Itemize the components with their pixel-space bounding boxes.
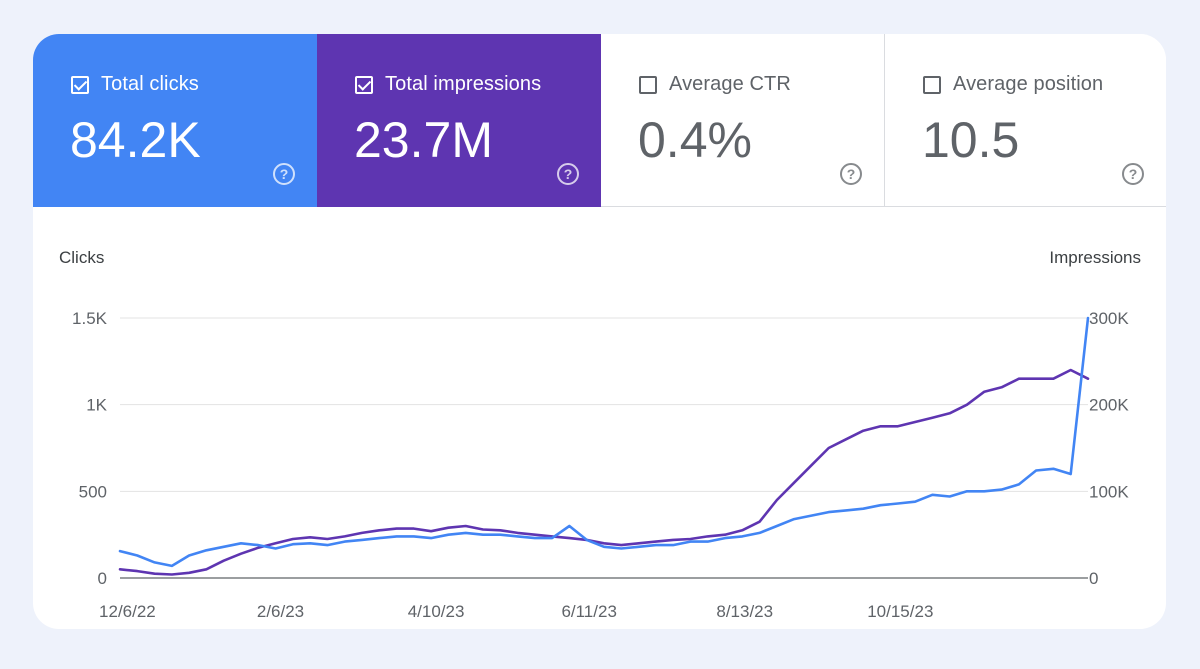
y-right-tick-label: 300K: [1089, 309, 1129, 328]
metric-header: Total clicks: [71, 73, 199, 96]
checkbox-checked-icon[interactable]: [71, 75, 89, 94]
gridlines: [120, 317, 1088, 579]
y-left-tick-label: 1K: [86, 396, 107, 415]
help-icon[interactable]: ?: [1122, 163, 1144, 185]
metric-tabs: Total clicks 84.2K ? Total impressions 2…: [33, 34, 1166, 207]
metric-header: Total impressions: [355, 73, 541, 96]
checkbox-checked-icon[interactable]: [355, 75, 373, 94]
y-left-tick-label: 1.5K: [72, 309, 108, 328]
metric-average-position[interactable]: Average position 10.5 ?: [885, 34, 1166, 207]
metric-total-clicks[interactable]: Total clicks 84.2K ?: [33, 34, 317, 207]
x-tick-label: 2/6/23: [257, 602, 304, 621]
metric-header: Average CTR: [639, 73, 791, 96]
metric-label: Average CTR: [669, 73, 791, 95]
help-icon[interactable]: ?: [557, 163, 579, 185]
y-left-tick-label: 500: [79, 482, 107, 501]
series-line-total-clicks[interactable]: [118, 316, 1090, 568]
performance-card: Total clicks 84.2K ? Total impressions 2…: [33, 34, 1166, 629]
help-icon[interactable]: ?: [273, 163, 295, 185]
performance-chart: Clicks Impressions 0 500 1K 1.5K 0 100K 200K 3…: [33, 207, 1166, 629]
x-tick-label: 12/6/22: [99, 602, 156, 621]
help-icon[interactable]: ?: [840, 163, 862, 185]
x-tick-label: 8/13/23: [716, 602, 773, 621]
metric-value: 84.2K: [70, 112, 201, 168]
y-right-tick-label: 0: [1089, 569, 1098, 588]
y-left-ticks: 0 500 1K 1.5K: [72, 309, 108, 588]
metric-label: Total impressions: [385, 73, 542, 95]
metric-label: Total clicks: [101, 73, 199, 95]
metric-value: 23.7M: [354, 112, 493, 168]
metric-value: 10.5: [922, 112, 1020, 168]
y-left-tick-label: 0: [98, 569, 107, 588]
series-lines: [118, 316, 1090, 576]
y-left-axis-label: Clicks: [59, 248, 104, 267]
y-right-axis-label: Impressions: [1049, 248, 1141, 267]
checkbox-unchecked-icon[interactable]: [923, 75, 941, 94]
x-tick-label: 4/10/23: [408, 602, 465, 621]
metric-average-ctr[interactable]: Average CTR 0.4% ?: [601, 34, 885, 207]
y-right-tick-label: 100K: [1089, 482, 1129, 501]
metric-label: Average position: [953, 73, 1104, 95]
metric-total-impressions[interactable]: Total impressions 23.7M ?: [317, 34, 601, 207]
line-chart: Clicks Impressions 0 500 1K 1.5K 0 100K 200K 3…: [59, 248, 1141, 621]
x-ticks: 12/6/22 2/6/23 4/10/23 6/11/23 8/13/23 10/15/…: [99, 602, 933, 621]
metric-header: Average position: [923, 73, 1103, 96]
x-tick-label: 10/15/23: [867, 602, 933, 621]
metric-value: 0.4%: [638, 112, 752, 168]
checkbox-unchecked-icon[interactable]: [639, 75, 657, 94]
series-line-total-impressions[interactable]: [118, 368, 1090, 576]
y-right-tick-label: 200K: [1089, 396, 1129, 415]
y-right-ticks: 0 100K 200K 300K: [1089, 309, 1129, 588]
x-tick-label: 6/11/23: [561, 602, 616, 621]
